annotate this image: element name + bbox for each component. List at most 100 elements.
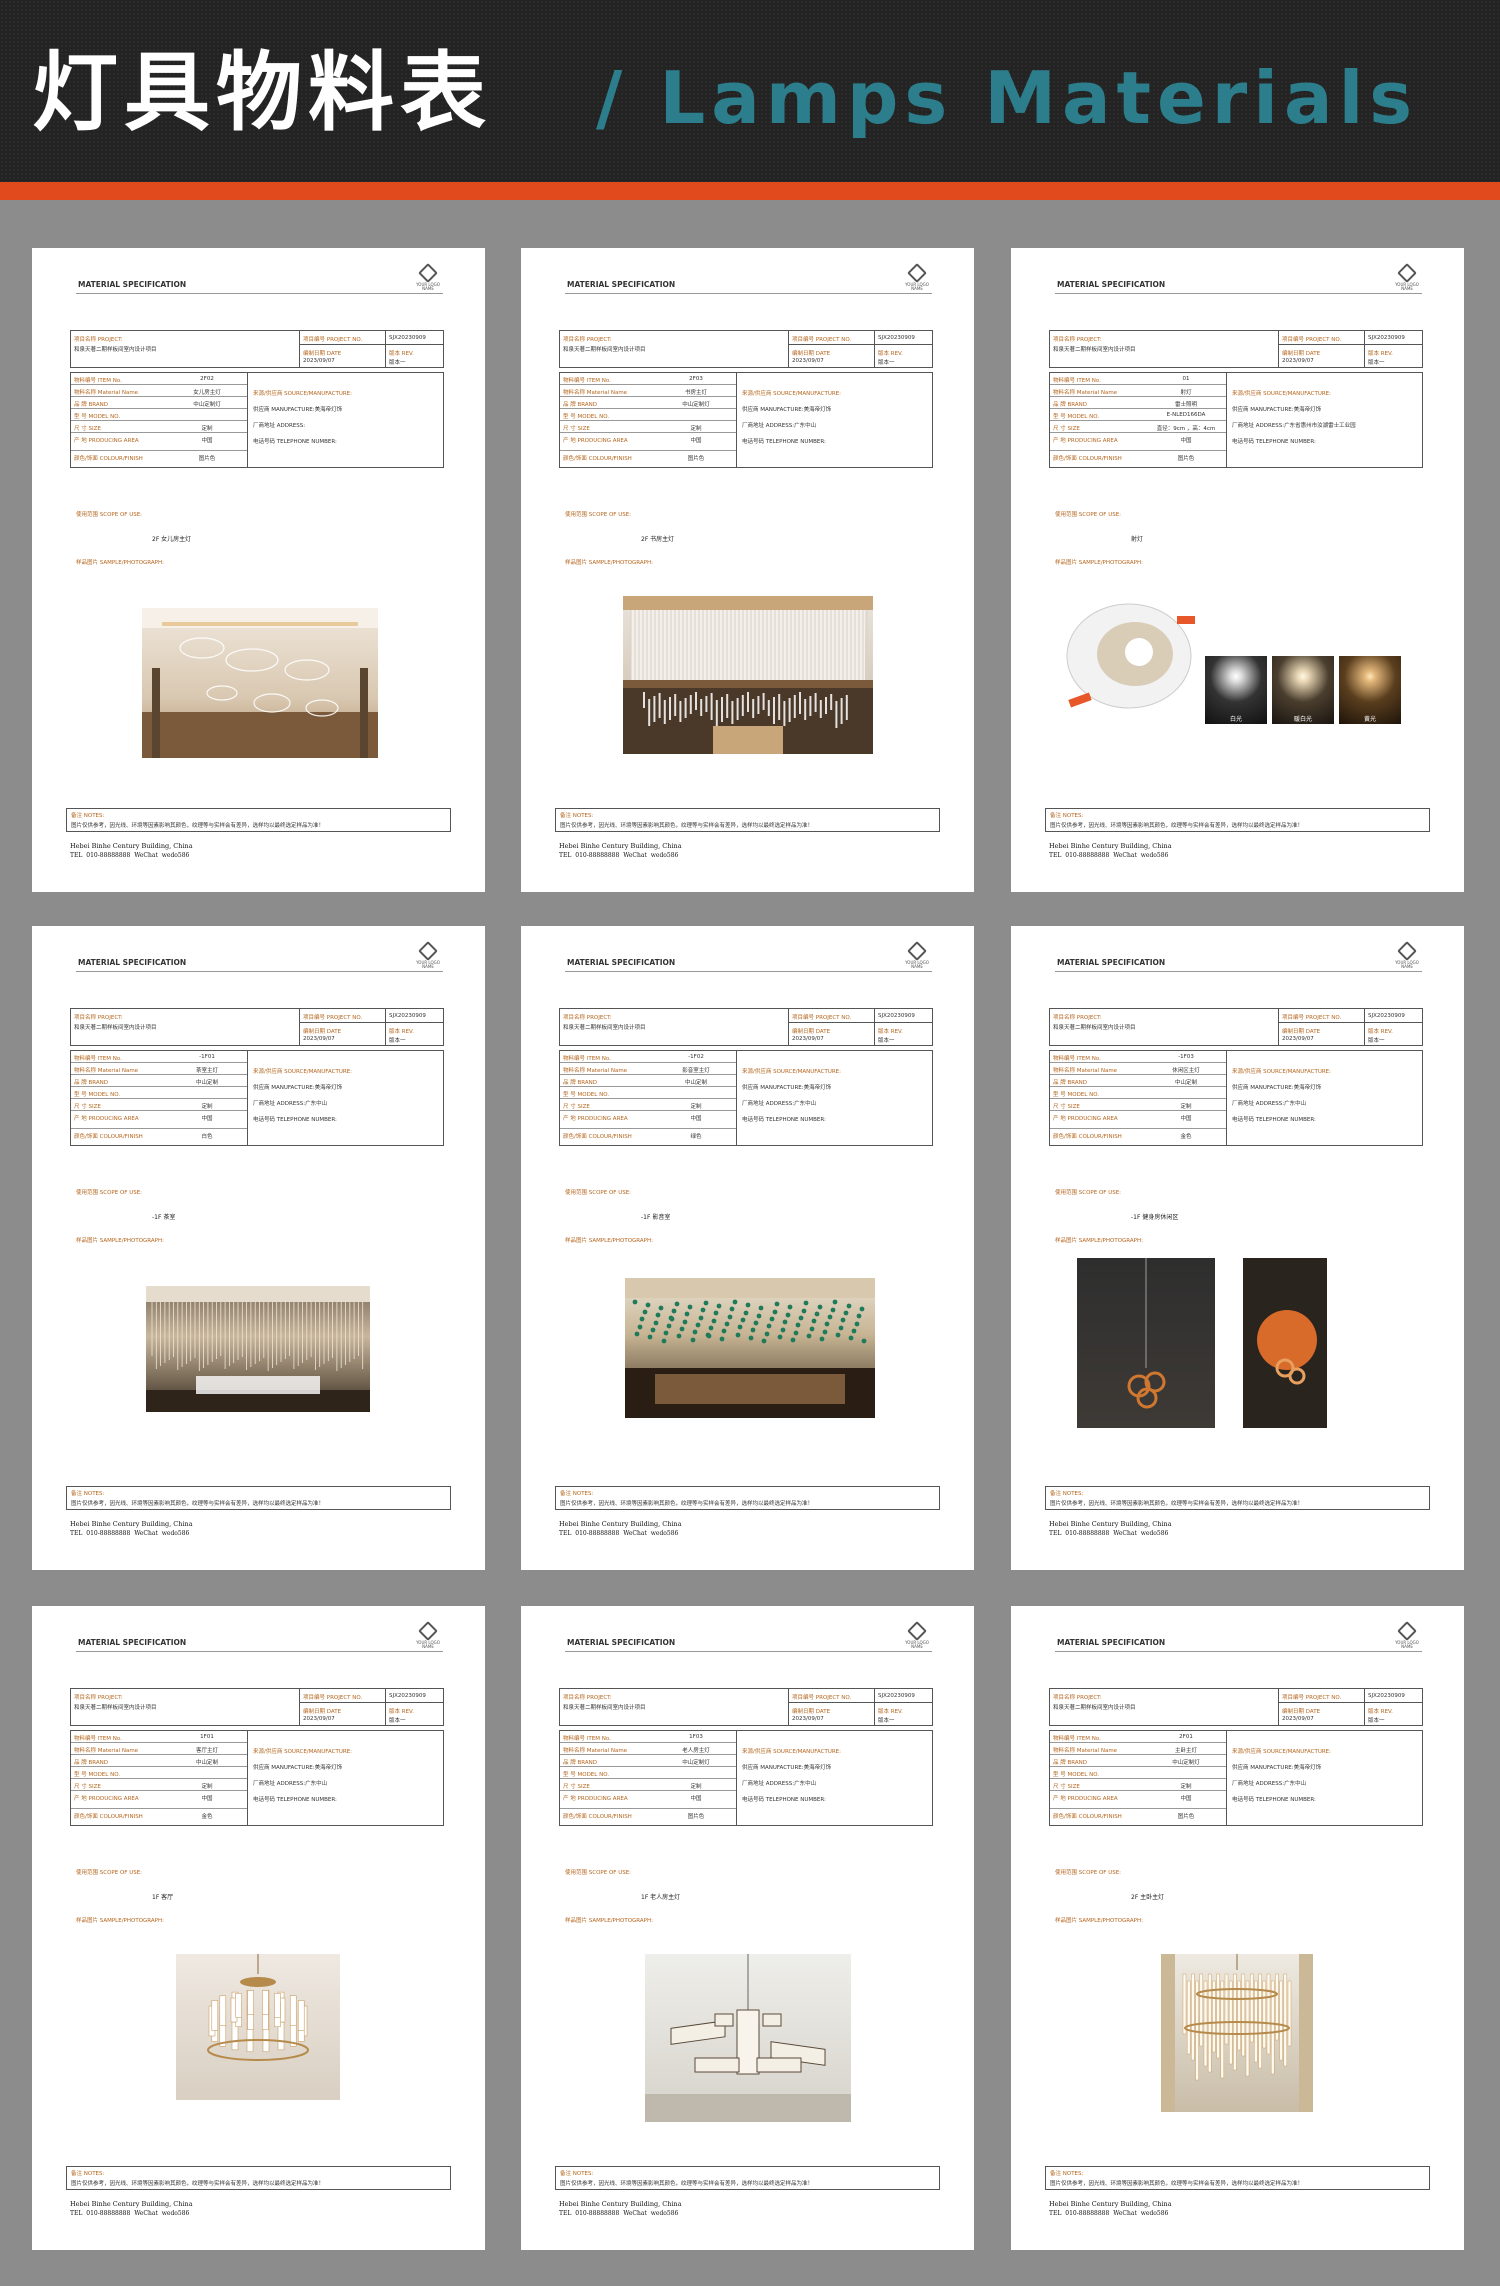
size-label: 尺 寸 SIZE [1053,1784,1080,1790]
spec-title: MATERIAL SPECIFICATION [567,1638,676,1647]
notes-text: 图片仅供参考，因光线、环境等因素影响其颜色，纹理等与实样会有差异，选样均以最终选… [1050,823,1304,829]
brand-label: 品 牌 BRAND [563,1760,597,1766]
date-label: 编制日期 DATE [303,351,342,357]
rev-value: 版本一 [389,1718,406,1724]
material-name-value: 主卧主灯 [1174,1748,1197,1754]
rev-label: 版本 REV. [1368,351,1393,357]
address-value: 广东中山 [794,1781,817,1787]
brand-value: 中山定制 [684,1080,707,1086]
footer-contact: TEL 010-88888888 WeChat wedo586 [1049,852,1169,859]
footer-contact: TEL 010-88888888 WeChat wedo586 [1049,2210,1169,2217]
project-value: 和泉天著二期样板间室内设计项目 [1053,1025,1136,1031]
model-label: 型 号 MODEL NO. [1053,414,1100,420]
address-value: 广东中山 [1284,1781,1307,1787]
rev-value: 版本一 [878,360,895,366]
area-value: 中国 [201,1116,213,1122]
area-label: 产 地 PRODUCING AREA [563,1796,628,1802]
item-no-label: 物料编号 ITEM No. [563,378,611,384]
project-table: 项目名称 PROJECT: 和泉天著二期样板间室内设计项目 项目编号 PROJE… [70,1688,444,1726]
material-name-value: 影音室主灯 [682,1068,710,1074]
model-label: 型 号 MODEL NO. [1053,1092,1100,1098]
logo-text: YOUR LOGO NAME [416,282,440,292]
project-label: 项目名称 PROJECT: [563,337,612,343]
scope-value: 1F 客厅 [152,1894,174,1901]
footer-contact: TEL 010-88888888 WeChat wedo586 [70,1530,190,1537]
source-label: 来源/供应商 SOURCE/MANUFACTURE: [253,1069,353,1075]
project-value: 和泉天著二期样板间室内设计项目 [563,347,646,353]
item-no-value: 2F01 [1179,1734,1193,1740]
manufacture-label: 供应商 MANUFACTURE: [1232,1765,1294,1771]
footer-contact: TEL 010-88888888 WeChat wedo586 [70,852,190,859]
spec-title: MATERIAL SPECIFICATION [1057,958,1166,967]
item-table: 物料编号 ITEM No. -1F02 物料名称 Material Name 影音室… [559,1050,933,1146]
size-value: 定制 [201,1784,213,1790]
logo: YOUR LOGO NAME [1394,263,1420,292]
brand-label: 品 牌 BRAND [74,402,108,408]
notes-box: 备注 NOTES: 图片仅供参考，因光线、环境等因素影响其颜色，纹理等与实样会有… [66,808,451,832]
source-label: 来源/供应商 SOURCE/MANUFACTURE: [742,391,842,397]
colour-label: 颜色/饰面 COLOUR/FINISH [1053,456,1122,462]
model-label: 型 号 MODEL NO. [563,1092,610,1098]
notes-text: 图片仅供参考，因光线、环境等因素影响其颜色，纹理等与实样会有差异，选样均以最终选… [71,823,325,829]
address-label: 厂商地址 ADDRESS: [253,423,306,429]
project-no-label: 项目编号 PROJECT NO. [792,1015,852,1021]
sample-photo [623,596,873,754]
rev-label: 版本 REV. [1368,1029,1393,1035]
project-label: 项目名称 PROJECT: [563,1015,612,1021]
logo: YOUR LOGO NAME [1394,1621,1420,1650]
brand-value: 中山定制 [195,1760,218,1766]
project-table: 项目名称 PROJECT: 和泉天著二期样板间室内设计项目 项目编号 PROJE… [1049,1688,1423,1726]
item-no-value: -1F02 [688,1054,704,1060]
scope-label: 使用范围 SCOPE OF USE: [565,1190,632,1196]
project-value: 和泉天著二期样板间室内设计项目 [563,1025,646,1031]
material-name-value: 客厅主灯 [195,1748,218,1754]
project-table: 项目名称 PROJECT: 和泉天著二期样板间室内设计项目 项目编号 PROJE… [559,1008,933,1046]
date-value: 2023/09/07 [792,358,824,364]
notes-text: 图片仅供参考，因光线、环境等因素影响其颜色，纹理等与实样会有差异，选样均以最终选… [560,823,814,829]
colour-value: 图片色 [687,1814,705,1820]
logo: YOUR LOGO NAME [415,263,441,292]
logo-icon [418,941,438,961]
address-label: 厂商地址 ADDRESS: [742,1101,795,1107]
item-no-label: 物料编号 ITEM No. [1053,378,1101,384]
logo-icon [1397,263,1417,283]
project-no-label: 项目编号 PROJECT NO. [792,1695,852,1701]
item-table: 物料编号 ITEM No. -1F03 物料名称 Material Name 休闲区… [1049,1050,1423,1146]
scope-label: 使用范围 SCOPE OF USE: [565,512,632,518]
logo-text: YOUR LOGO NAME [1395,1640,1419,1650]
sample-label: 样品图片 SAMPLE/PHOTOGRAPH: [76,560,164,566]
material-name-label: 物料名称 Material Name [74,1748,139,1754]
scope-label: 使用范围 SCOPE OF USE: [565,1870,632,1876]
material-name-value: 休闲区主灯 [1172,1068,1200,1074]
logo-icon [907,941,927,961]
project-label: 项目名称 PROJECT: [1053,337,1102,343]
project-no-value: SJX20230909 [878,335,915,341]
address-value: 广东省惠州市汝湖雷士工业园 [1284,423,1356,429]
brand-value: 中山定制 [195,1080,218,1086]
rev-label: 版本 REV. [1368,1709,1393,1715]
logo: YOUR LOGO NAME [415,1621,441,1650]
colour-label: 颜色/饰面 COLOUR/FINISH [563,1134,632,1140]
notes-text: 图片仅供参考，因光线、环境等因素影响其颜色，纹理等与实样会有差异，选样均以最终选… [560,2181,814,2187]
address-label: 厂商地址 ADDRESS: [253,1101,306,1107]
sample-photo: 白光 暖白光 黄光 [1057,596,1427,736]
notes-label: 备注 NOTES: [71,1491,105,1497]
brand-label: 品 牌 BRAND [563,402,597,408]
colour-value: 图片色 [1177,1814,1195,1820]
material-name-value: 老人房主灯 [682,1748,710,1754]
material-sheet: MATERIAL SPECIFICATION YOUR LOGO NAME 项目… [32,1606,485,2250]
date-label: 编制日期 DATE [792,351,831,357]
size-label: 尺 寸 SIZE [74,426,101,432]
logo: YOUR LOGO NAME [1394,941,1420,970]
telephone-label: 电话号码 TELEPHONE NUMBER: [1232,439,1316,445]
date-label: 编制日期 DATE [303,1709,342,1715]
item-no-value: 2F03 [689,376,703,382]
size-value: 定制 [690,1104,702,1110]
date-value: 2023/09/07 [792,1036,824,1042]
project-no-label: 项目编号 PROJECT NO. [303,1695,363,1701]
project-table: 项目名称 PROJECT: 和泉天著二期样板间室内设计项目 项目编号 PROJE… [559,330,933,368]
source-label: 来源/供应商 SOURCE/MANUFACTURE: [253,391,353,397]
scope-label: 使用范围 SCOPE OF USE: [76,1870,143,1876]
project-no-label: 项目编号 PROJECT NO. [792,337,852,343]
color-temp-label-yellow: 黄光 [1363,716,1376,723]
